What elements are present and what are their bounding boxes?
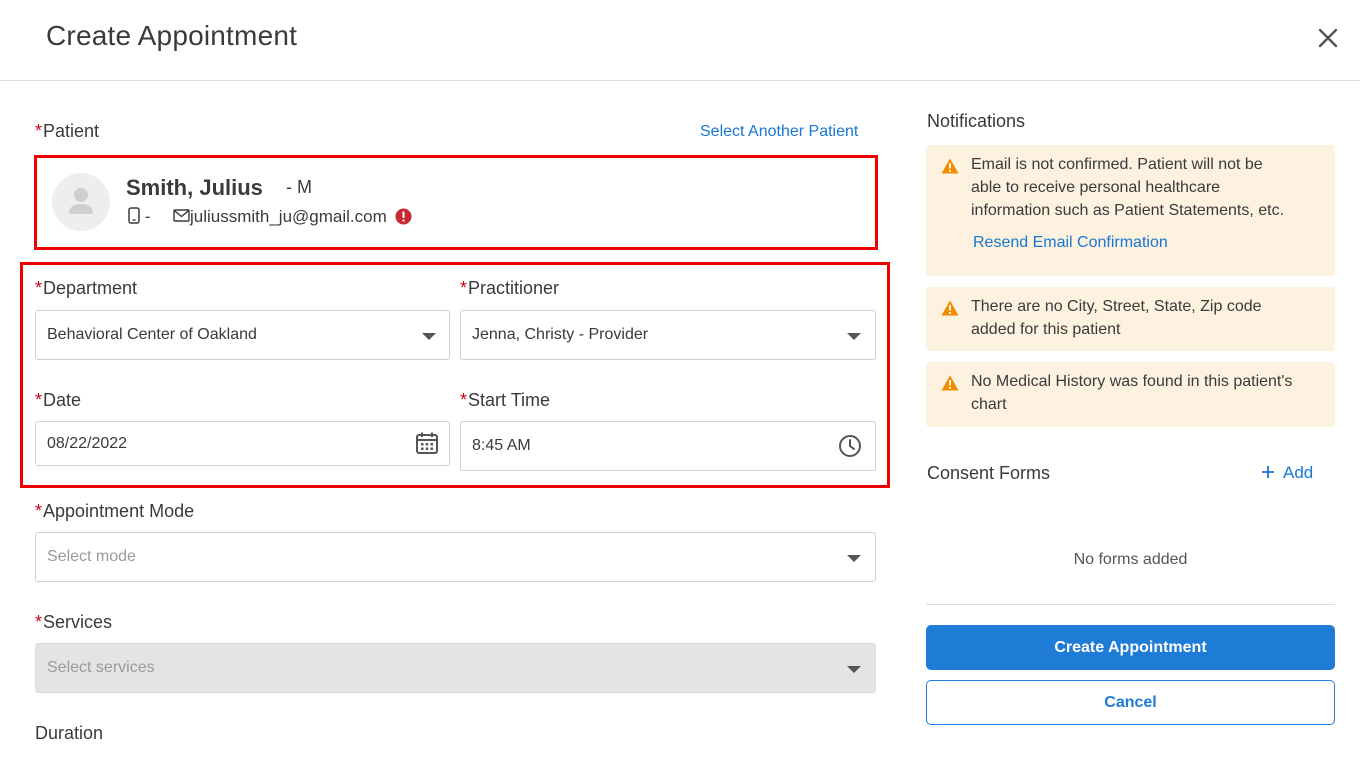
services-select[interactable]: Select services: [35, 643, 876, 693]
practitioner-select[interactable]: Jenna, Christy - Provider: [460, 310, 876, 360]
patient-email-value: juliussmith_ju@gmail.com: [190, 207, 387, 226]
phone-icon: [128, 207, 140, 224]
chevron-down-icon: [847, 333, 861, 340]
chevron-down-icon: [847, 555, 861, 562]
services-label: *Services: [35, 612, 113, 632]
department-label: *Department: [35, 278, 138, 298]
calendar-icon[interactable]: [415, 431, 439, 455]
start-time-value: 8:45 AM: [472, 437, 531, 454]
patient-card-highlight: [34, 155, 878, 250]
divider: [926, 604, 1335, 605]
date-input[interactable]: 08/22/2022: [35, 421, 450, 466]
required-marker: *: [460, 278, 468, 298]
add-consent-form-button[interactable]: Add: [1261, 463, 1313, 483]
department-select[interactable]: Behavioral Center of Oakland: [35, 310, 450, 360]
services-placeholder: Select services: [47, 659, 155, 676]
notification-no-address: There are no City, Street, State, Zip co…: [926, 287, 1335, 351]
close-icon[interactable]: [1313, 23, 1343, 53]
practitioner-label: *Practitioner: [460, 278, 560, 298]
required-marker: *: [35, 390, 43, 410]
resend-email-confirmation-link[interactable]: Resend Email Confirmation: [973, 234, 1168, 252]
required-marker: *: [35, 612, 43, 632]
plus-icon: [1262, 466, 1274, 478]
error-icon: [395, 208, 411, 225]
patient-email: juliussmith_ju@gmail.com: [173, 207, 412, 227]
patient-name: Smith, Julius: [126, 175, 263, 200]
notification-text: No Medical History was found in this pat…: [971, 370, 1292, 416]
notification-line: chart: [971, 396, 1007, 413]
warning-icon: [941, 300, 959, 316]
notification-line: There are no City, Street, State, Zip co…: [971, 298, 1262, 315]
warning-icon: [941, 158, 959, 174]
practitioner-value: Jenna, Christy - Provider: [472, 326, 649, 343]
mail-icon: [173, 209, 190, 222]
no-forms-text: No forms added: [1073, 551, 1188, 568]
warning-icon: [941, 375, 959, 391]
start-time-label: *Start Time: [460, 390, 551, 410]
date-label: *Date: [35, 390, 82, 410]
chevron-down-icon: [422, 333, 436, 340]
dialog-header: Create Appointment: [0, 0, 1360, 81]
notification-text: Email is not confirmed. Patient will not…: [971, 153, 1284, 222]
patient-phone: -: [128, 207, 150, 227]
dialog-title: Create Appointment: [46, 20, 298, 51]
cancel-button[interactable]: Cancel: [926, 680, 1335, 725]
patient-avatar: [52, 173, 110, 231]
notification-line: Email is not confirmed. Patient will not…: [971, 156, 1263, 173]
create-appointment-button[interactable]: Create Appointment: [926, 625, 1335, 670]
appointment-mode-select[interactable]: Select mode: [35, 532, 876, 582]
notification-line: information such as Patient Statements, …: [971, 202, 1285, 219]
notifications-title: Notifications: [927, 111, 1026, 131]
add-label: Add: [1283, 463, 1314, 482]
patient-label: *Patient: [35, 121, 100, 141]
notification-no-medical-history: No Medical History was found in this pat…: [926, 362, 1335, 427]
consent-forms-title: Consent Forms: [927, 463, 1051, 483]
patient-sex: - M: [286, 177, 312, 197]
required-marker: *: [35, 278, 43, 298]
user-icon: [69, 188, 93, 214]
date-value: 08/22/2022: [47, 434, 128, 452]
notification-line: No Medical History was found in this pat…: [971, 373, 1293, 390]
notification-text: There are no City, Street, State, Zip co…: [971, 295, 1262, 341]
select-another-patient-link[interactable]: Select Another Patient: [700, 123, 858, 141]
appointment-mode-label: *Appointment Mode: [35, 501, 195, 521]
duration-label: Duration: [35, 723, 104, 743]
required-marker: *: [35, 501, 43, 521]
chevron-down-icon: [847, 666, 861, 673]
notification-email-unconfirmed: Email is not confirmed. Patient will not…: [926, 145, 1335, 276]
patient-phone-value: -: [144, 207, 151, 226]
notification-line: added for this patient: [971, 321, 1121, 338]
required-marker: *: [35, 121, 43, 141]
required-marker: *: [460, 390, 468, 410]
appointment-mode-placeholder: Select mode: [47, 548, 136, 565]
department-value: Behavioral Center of Oakland: [47, 326, 257, 343]
clock-icon[interactable]: [838, 434, 862, 458]
notification-line: able to receive personal healthcare: [971, 179, 1221, 196]
start-time-input[interactable]: 8:45 AM: [460, 421, 876, 471]
